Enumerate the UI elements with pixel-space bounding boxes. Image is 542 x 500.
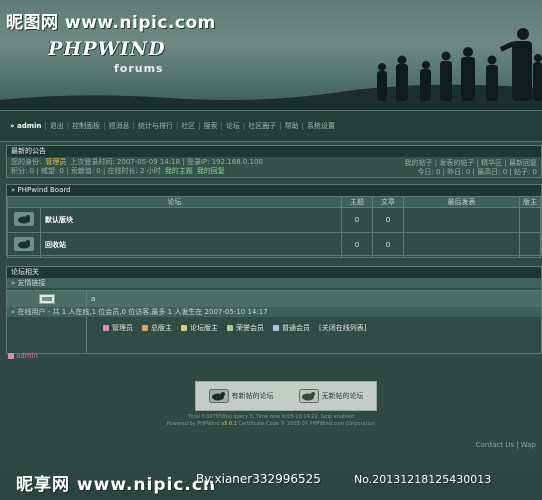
new-posts-legend: 有新帖的论坛 (208, 389, 274, 403)
col-topics: 主题 (341, 196, 373, 208)
post-count: 0 (372, 207, 404, 233)
topic-count: 0 (341, 207, 373, 233)
no-new-posts-legend: 无新帖的论坛 (298, 389, 364, 403)
top-watermark: 昵图网 www.nipic.com (6, 13, 216, 33)
nav-forum[interactable]: 论坛 (226, 121, 240, 131)
forum-related-box: 论坛相关 » 友情链接 a » 在线用户 - 共 1 人在线,1 位会员,0 位… (6, 266, 542, 354)
col-forum: 论坛 (7, 196, 342, 208)
friend-link[interactable]: a (91, 295, 95, 303)
online-users-row: 管理员 总版主 论坛版主 荣誉会员 普通会员 [关闭在线列表] (7, 317, 541, 353)
watermark-number: No.20131218125430013 (354, 473, 492, 486)
forum-name[interactable]: 回收站 (40, 232, 342, 258)
related-title: 论坛相关 (7, 267, 541, 278)
my-topics-link[interactable]: 我的主题 (165, 167, 193, 175)
member-legend: 管理员 总版主 论坛版主 荣誉会员 普通会员 [关闭在线列表] (103, 323, 375, 333)
close-online-list-link[interactable]: [关闭在线列表] (319, 323, 366, 333)
online-user-admin[interactable]: admin (8, 352, 38, 360)
friend-links-row: a (7, 290, 541, 308)
status-legend-box: 有新帖的论坛 无新帖的论坛 (195, 381, 377, 411)
link-logo-icon (7, 291, 87, 307)
last-post (403, 207, 520, 233)
nav-help[interactable]: 帮助 (285, 121, 299, 131)
nav-search[interactable]: 搜索 (204, 121, 218, 131)
post-counts: 今日: 0 | 昨日: 0 | 最高日: 0 | 帖子: 0 (417, 168, 537, 176)
user-role: 管理员 (45, 158, 67, 166)
nav-circles[interactable]: 社区圈子 (248, 121, 276, 131)
forum-banner: 昵图网 www.nipic.com PHPWIND forums (0, 0, 542, 110)
watermark-author: By:xianer332996525 (196, 472, 321, 486)
nav-settings[interactable]: 系统设置 (307, 121, 335, 131)
online-users-head: » 在线用户 - 共 1 人在线,1 位会员,0 位访客,最多 1 人发生在 2… (7, 307, 541, 317)
table-row: 默认版块 0 0 (7, 207, 541, 233)
nav-control-panel[interactable]: 控制面板 (72, 121, 100, 131)
watermark-brand: 昵享网 www.nipic.cn (16, 475, 217, 495)
last-post (403, 232, 520, 258)
legend-admin: 管理员 (103, 323, 133, 333)
topic-count: 0 (341, 232, 373, 258)
forum-table: 论坛 主题 文章 最后发表 版主 默认版块 0 0 回收站 0 0 (7, 196, 541, 258)
legend-member: 普通会员 (273, 323, 310, 333)
new-posts-icon (208, 389, 229, 403)
no-new-posts-icon (298, 389, 319, 403)
legend-honor: 荣誉会员 (227, 323, 264, 333)
forum-name[interactable]: 默认版块 (40, 207, 342, 233)
phpwind-logo: PHPWIND (48, 38, 166, 60)
col-moderator: 版主 (519, 196, 541, 208)
moderator (519, 232, 541, 258)
nav-username[interactable]: » admin (10, 122, 41, 130)
post-count: 0 (372, 232, 404, 258)
bottom-watermark: 昵享网 www.nipic.cn By:xianer332996525 No.2… (0, 462, 542, 500)
col-last-post: 最后发表 (403, 196, 520, 208)
forum-status-icon (7, 232, 41, 258)
footer-stats: Total 0.007658(s) query 3, Time now is:0… (188, 414, 354, 420)
legend-super-mod: 总版主 (142, 323, 172, 333)
nav-messages[interactable]: 短消息 (108, 121, 129, 131)
col-posts: 文章 (372, 196, 404, 208)
moderator (519, 207, 541, 233)
nav-stats[interactable]: 统计与排行 (138, 121, 173, 131)
contact-links[interactable]: Contact Us | Wap (476, 441, 536, 449)
nav-logout[interactable]: 退出 (50, 121, 64, 131)
version-label[interactable]: v5.0.1 (221, 421, 237, 427)
logo-subtitle: forums (114, 62, 164, 75)
table-row: 回收站 0 0 (7, 232, 541, 258)
announcement-title[interactable]: 最新的公告 (7, 146, 541, 157)
page-footer: Total 0.007658(s) query 3, Time now is:0… (0, 414, 542, 428)
top-navigation: » admin | 退出 | 控制面板 | 短消息 | 统计与排行 | 社区 | 搜索 | … (0, 110, 542, 142)
forum-status-icon (7, 207, 41, 233)
legend-moderator: 论坛版主 (181, 323, 218, 333)
board-title[interactable]: » PHPwind Board (7, 185, 541, 196)
announcement-box: 最新的公告 您的身份: 管理员 上次登录时间: 2007-05-09 14:18 |… (6, 145, 542, 178)
friend-links-head: » 友情链接 (7, 278, 541, 288)
forum-board: » PHPwind Board 论坛 主题 文章 最后发表 版主 默认版块 0 … (6, 184, 542, 258)
footer-powered: Powered by PHPWind v5.0.1 Certificate Co… (166, 421, 376, 427)
nav-community[interactable]: 社区 (181, 121, 195, 131)
my-replies-link[interactable]: 我的回复 (197, 167, 225, 175)
admin-user-icon (8, 353, 14, 359)
